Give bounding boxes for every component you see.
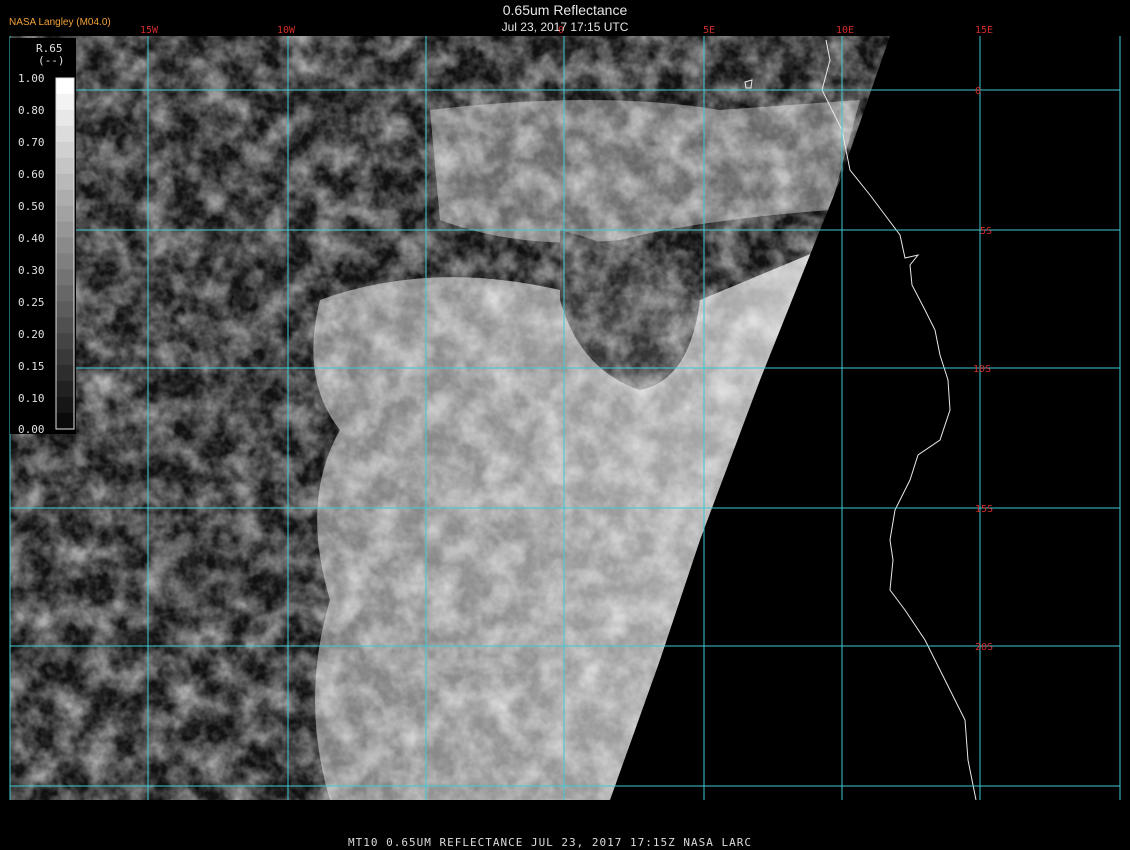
image-datetime: Jul 23, 2017 17:15 UTC <box>501 20 629 34</box>
footer-caption: MT10 0.65UM REFLECTANCE JUL 23, 2017 17:… <box>348 836 752 849</box>
colorbar-ramp <box>56 78 74 430</box>
colorbar-step <box>56 285 74 302</box>
colorbar-step <box>56 413 74 430</box>
colorbar-step <box>56 93 74 111</box>
colorbar-step <box>56 301 74 318</box>
colorbar-step <box>56 78 74 95</box>
colorbar-tick-label: 0.15 <box>18 360 45 373</box>
colorbar-step <box>56 205 74 223</box>
colorbar: R.65 (--) 1.000.800.700.600.500.400.300.… <box>10 38 76 436</box>
colorbar-tick-label: 0.70 <box>18 136 45 149</box>
colorbar-step <box>56 221 74 239</box>
colorbar-tick-label: 0.60 <box>18 168 45 181</box>
colorbar-tick-label: 0.25 <box>18 296 45 309</box>
colorbar-tick-label: 0.50 <box>18 200 45 213</box>
colorbar-step <box>56 397 74 414</box>
colorbar-step <box>56 269 74 286</box>
colorbar-tick-label: 0.20 <box>18 328 45 341</box>
colorbar-step <box>56 317 74 334</box>
colorbar-step <box>56 253 74 270</box>
colorbar-step <box>56 157 74 175</box>
colorbar-step <box>56 125 74 143</box>
satellite-swath <box>10 36 890 800</box>
colorbar-tick-label: 0.30 <box>18 264 45 277</box>
lat-label-15s: 15S <box>975 504 993 515</box>
lat-label-10s: 10S <box>973 364 991 375</box>
colorbar-step <box>56 349 74 366</box>
colorbar-step <box>56 237 74 254</box>
lat-label-0: 0 <box>975 86 981 97</box>
colorbar-tick-label: 1.00 <box>18 72 45 85</box>
colorbar-step <box>56 333 74 350</box>
colorbar-step <box>56 173 74 191</box>
colorbar-tick-label: 0.10 <box>18 392 45 405</box>
colorbar-unit: (--) <box>38 54 65 67</box>
reflectance-map: 15W 10W 0 5E 10E 15E 0 5S 10S 15S 20S R.… <box>9 25 1121 801</box>
colorbar-tick-label: 0.40 <box>18 232 45 245</box>
lat-label-5s: 5S <box>980 226 992 237</box>
colorbar-step <box>56 189 74 207</box>
image-title: 0.65um Reflectance <box>502 2 628 18</box>
colorbar-step <box>56 381 74 398</box>
colorbar-tick-label: 0.80 <box>18 104 45 117</box>
colorbar-step <box>56 365 74 382</box>
colorbar-step <box>56 141 74 159</box>
lat-label-20s: 20S <box>975 642 993 653</box>
satellite-image-page: 15W 10W 0 5E 10E 15E 0 5S 10S 15S 20S R.… <box>0 0 1130 850</box>
colorbar-step <box>56 109 74 127</box>
colorbar-tick-label: 0.00 <box>18 423 45 436</box>
